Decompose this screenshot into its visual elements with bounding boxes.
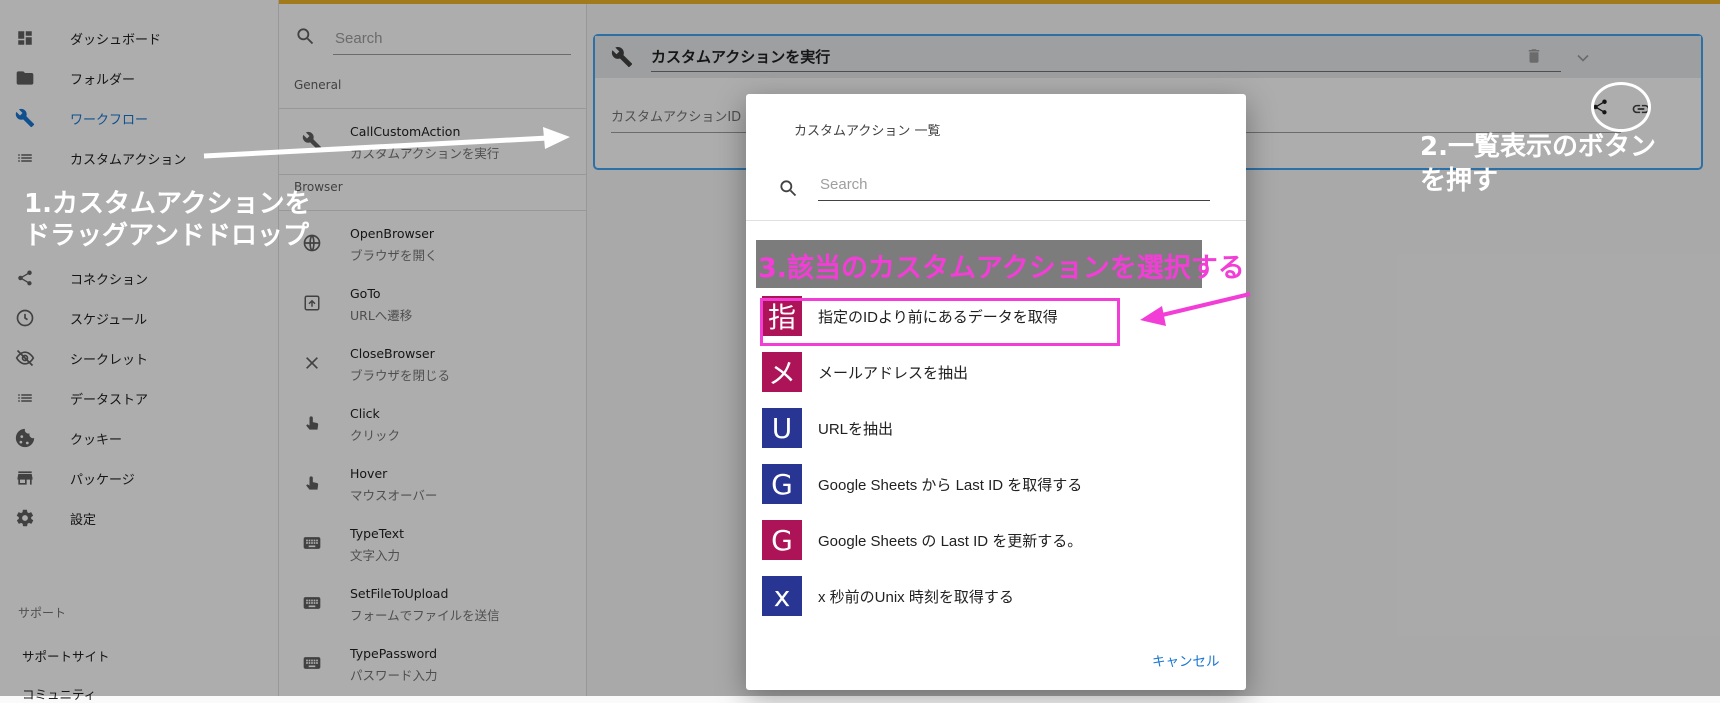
pink-arrow [1140, 292, 1251, 326]
annotation-arrows [203, 127, 1251, 326]
white-arrow [203, 127, 570, 159]
